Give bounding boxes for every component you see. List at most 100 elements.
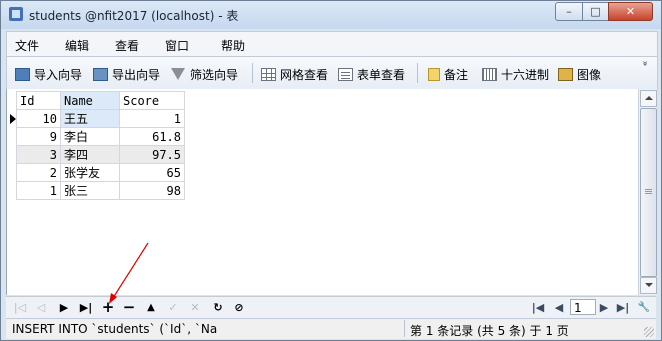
table-row[interactable]: 10 王五 1 [10,109,185,128]
status-bar: INSERT INTO `students` (`Id`, `Na 第 1 条记… [6,318,656,339]
last-page-button[interactable]: ▶| [615,300,631,314]
table-row[interactable]: 9 李白 61.8 [10,127,185,146]
window-title: students @nfit2017 (localhost) - 表 [29,9,239,23]
current-row-arrow-icon [10,113,16,124]
cell-score[interactable]: 65 [119,163,185,182]
filter-wizard-label: 筛选向导 [190,67,239,82]
cell-score[interactable]: 97.5 [119,145,185,164]
menu-file[interactable]: 文件 [15,37,39,54]
toolbar-divider [417,63,418,83]
hex-icon [482,67,497,81]
cell-id[interactable]: 3 [16,145,61,164]
first-page-button[interactable]: |◀ [530,300,546,314]
move-up-button[interactable]: ▲ [143,300,159,314]
arrow-up-icon [645,96,653,100]
import-icon [15,67,30,81]
export-icon [93,67,108,81]
toolbar-divider [252,63,253,83]
form-icon [338,67,353,81]
grid-icon [261,67,276,81]
menu-help[interactable]: 帮助 [221,37,245,54]
memo-icon [428,67,440,81]
chevron-down-icon: » [639,60,650,67]
export-wizard-label: 导出向导 [112,67,161,82]
cell-score[interactable]: 1 [119,109,185,128]
status-divider [404,320,405,337]
table-row[interactable]: 3 李四 97.5 [10,145,185,164]
menu-edit[interactable]: 编辑 [65,37,89,54]
prev-record-button[interactable]: ◁ [33,300,49,314]
table-window: students @nfit2017 (localhost) - 表 – □ ✕… [0,0,662,341]
wrench-icon: 🔧 [637,301,651,313]
prev-page-button[interactable]: ◀ [551,300,567,314]
page-number-input[interactable]: 1 [570,299,596,315]
refresh-button[interactable]: ↻ [210,300,226,314]
form-view-button[interactable]: 表单查看 [338,65,405,83]
toolbar-overflow-button[interactable]: » [639,59,650,68]
data-grid[interactable]: Id Name Score 10 王五 1 9 李白 61.8 3 李四 97.5 2 张学友 65 1… [10,91,185,200]
grid-view-label: 网格查看 [280,67,329,82]
image-label: 图像 [577,67,602,82]
arrow-down-icon [645,283,653,287]
column-header-score[interactable]: Score [119,91,185,110]
scroll-up-button[interactable] [640,90,657,107]
data-grid-area[interactable]: Id Name Score 10 王五 1 9 李白 61.8 3 李四 97.5 2 张学友 65 1… [6,89,639,295]
form-view-label: 表单查看 [357,67,406,82]
cell-score[interactable]: 61.8 [119,127,185,146]
cell-name[interactable]: 王五 [60,109,120,128]
cell-score[interactable]: 98 [119,181,185,200]
memo-button[interactable]: 备注 [428,65,468,83]
scroll-down-button[interactable] [640,277,657,294]
stop-button[interactable]: ⊘ [231,300,247,314]
image-icon [558,67,573,81]
cell-name[interactable]: 张三 [60,181,120,200]
hex-button[interactable]: 十六进制 [482,65,549,83]
maximize-button[interactable]: □ [582,2,609,21]
cell-name[interactable]: 李四 [60,145,120,164]
first-record-button[interactable]: |◁ [12,300,28,314]
grid-view-button[interactable]: 网格查看 [261,65,328,83]
import-wizard-button[interactable]: 导入向导 [15,65,82,83]
cell-id[interactable]: 9 [16,127,61,146]
column-header-id[interactable]: Id [16,91,61,110]
minimize-button[interactable]: – [555,2,583,21]
delete-record-button[interactable]: − [121,298,137,316]
import-wizard-label: 导入向导 [34,67,83,82]
close-button[interactable]: ✕ [608,2,653,21]
record-navigation-bar: |◁ ◁ ▶ ▶| + − ▲ ✓ ✕ ↻ ⊘ |◀ ◀ 1 ▶ ▶| 🔧 [6,296,656,318]
last-record-button[interactable]: ▶| [78,300,94,314]
cell-id[interactable]: 10 [16,109,61,128]
memo-label: 备注 [444,67,469,82]
grip-icon [645,189,652,195]
vertical-scrollbar[interactable] [638,89,657,295]
hex-label: 十六进制 [501,67,550,82]
cell-id[interactable]: 2 [16,163,61,182]
funnel-icon [171,68,185,80]
image-button[interactable]: 图像 [558,65,601,83]
table-app-icon [9,7,23,21]
resize-grip-icon[interactable] [644,327,654,337]
add-record-button[interactable]: + [100,298,116,316]
grid-header-row: Id Name Score [10,91,185,110]
cell-name[interactable]: 李白 [60,127,120,146]
next-record-button[interactable]: ▶ [56,300,72,314]
table-row[interactable]: 1 张三 98 [10,181,185,200]
menu-view[interactable]: 查看 [115,37,139,54]
cell-id[interactable]: 1 [16,181,61,200]
filter-wizard-button[interactable]: 筛选向导 [171,65,238,83]
scrollbar-thumb[interactable] [640,108,657,277]
toolbar: 导入向导 导出向导 筛选向导 网格查看 表单查看 备注 十六进制 图像 » [6,56,658,90]
column-header-name[interactable]: Name [60,91,120,110]
cell-name[interactable]: 张学友 [60,163,120,182]
discard-changes-button[interactable]: ✕ [187,300,203,314]
table-row[interactable]: 2 张学友 65 [10,163,185,182]
next-page-button[interactable]: ▶ [596,300,612,314]
record-info: 第 1 条记录 (共 5 条) 于 1 页 [410,324,569,338]
apply-changes-button[interactable]: ✓ [165,300,181,314]
export-wizard-button[interactable]: 导出向导 [93,65,160,83]
menu-window[interactable]: 窗口 [165,37,189,54]
menu-bar: 文件 编辑 查看 窗口 帮助 [6,31,658,56]
sql-preview: INSERT INTO `students` (`Id`, `Na [12,322,218,336]
settings-button[interactable]: 🔧 [636,300,652,314]
title-bar[interactable]: students @nfit2017 (localhost) - 表 – □ ✕ [1,1,661,29]
